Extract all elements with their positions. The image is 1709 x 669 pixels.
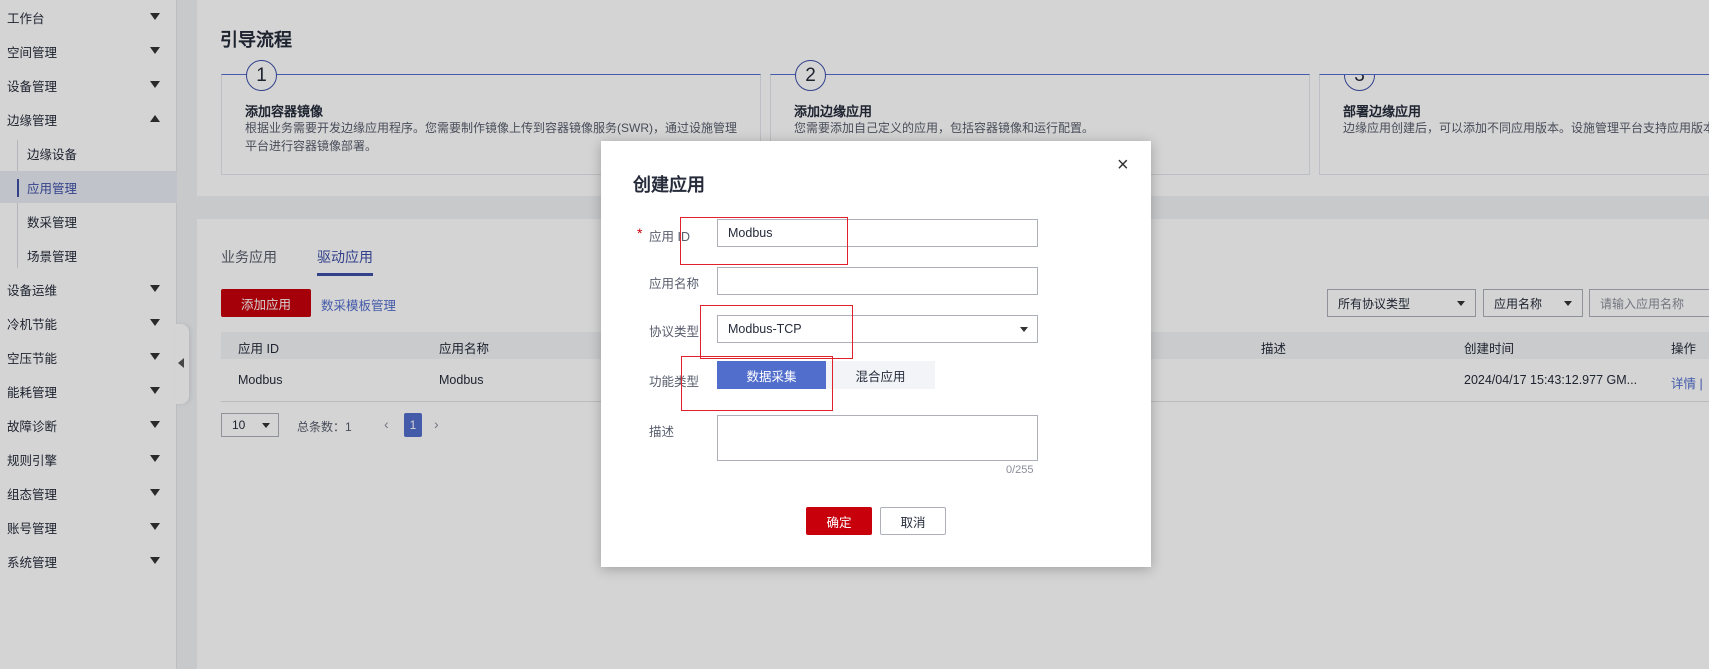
close-icon[interactable]: × [1117,155,1129,175]
function-hybrid-button[interactable]: 混合应用 [826,361,935,389]
cancel-button[interactable]: 取消 [880,507,946,535]
char-counter: 0/255 [1006,464,1034,476]
required-mark: * [637,225,643,241]
desc-label: 描述 [649,425,675,439]
highlight-box-protocol [700,305,853,359]
app-name-label: 应用名称 [649,277,700,291]
highlight-box-function [681,356,833,411]
app-name-input[interactable] [717,267,1038,295]
create-app-dialog: 创建应用 × * 应用 ID Modbus 应用名称 协议类型 Modbus-T… [601,141,1151,567]
confirm-button[interactable]: 确定 [806,507,872,535]
desc-textarea[interactable] [717,415,1038,461]
dropdown-arrow-icon [1020,327,1028,332]
highlight-box-app-id [680,217,848,265]
protocol-label: 协议类型 [649,325,700,339]
dialog-title: 创建应用 [633,175,705,195]
